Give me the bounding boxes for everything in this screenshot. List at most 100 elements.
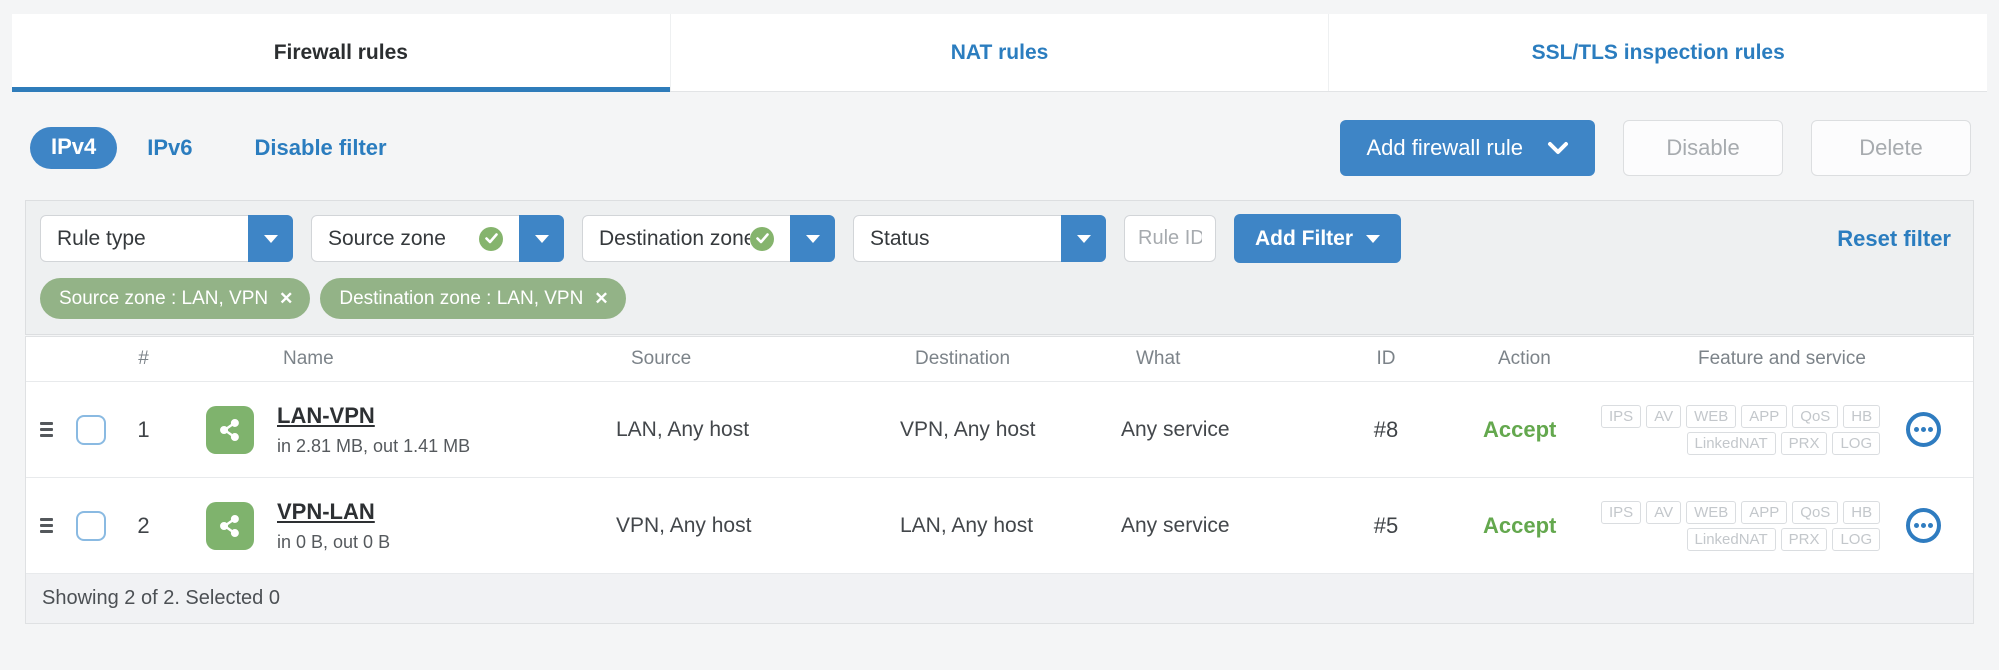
row-checkbox[interactable]: [76, 510, 106, 541]
share-network-icon: [206, 405, 254, 454]
table-header-row: # Name Source Destination What ID Action…: [26, 337, 1973, 382]
filter-controls-row: Rule type Source zone Destination zone S…: [40, 214, 1959, 263]
table-row: 1 LAN-VPN in 2.81 MB, out 1.41 MB LAN, A…: [26, 382, 1973, 478]
rule-id: #5: [1373, 512, 1399, 538]
feature-badge: APP: [1741, 500, 1788, 524]
chevron-down-icon: [1366, 234, 1380, 243]
source-zone-label: Source zone: [328, 226, 446, 250]
dropdown-button[interactable]: [519, 215, 564, 262]
drag-handle-icon[interactable]: [36, 514, 57, 537]
rule-type-select[interactable]: Rule type: [40, 215, 293, 262]
add-firewall-rule-button[interactable]: Add firewall rule: [1340, 120, 1595, 176]
share-network-icon: [206, 501, 254, 550]
chevron-down-icon: [534, 234, 549, 243]
feature-badge: LinkedNAT: [1686, 431, 1776, 455]
header-number: #: [138, 348, 149, 369]
feature-badge: APP: [1741, 404, 1788, 428]
feature-badge: IPS: [1601, 500, 1642, 524]
delete-button[interactable]: Delete: [1811, 120, 1971, 176]
source-zone-select[interactable]: Source zone: [311, 215, 564, 262]
disable-button[interactable]: Disable: [1623, 120, 1783, 176]
filter-applied-check-icon: [479, 226, 503, 251]
feature-badge: LinkedNAT: [1686, 527, 1776, 551]
rule-destination: LAN, Any host: [900, 513, 1034, 537]
row-checkbox[interactable]: [76, 414, 106, 445]
rules-tabbar: Firewall rules NAT rules SSL/TLS inspect…: [12, 14, 1987, 92]
dropdown-button[interactable]: [1061, 215, 1106, 262]
tab-nat-rules[interactable]: NAT rules: [669, 14, 1329, 91]
feature-badge: HB: [1843, 404, 1881, 428]
tab-ssl-tls-inspection-rules[interactable]: SSL/TLS inspection rules: [1328, 14, 1987, 91]
header-feature-and-service: Feature and service: [1698, 348, 1866, 369]
feature-badge: HB: [1843, 500, 1881, 524]
header-action: Action: [1498, 348, 1551, 369]
feature-badge: PRX: [1780, 431, 1828, 455]
tab-firewall-rules[interactable]: Firewall rules: [12, 14, 670, 92]
feature-badge: LOG: [1832, 527, 1881, 551]
row-menu-ellipsis-icon[interactable]: [1906, 508, 1942, 543]
rule-name-link[interactable]: LAN-VPN: [277, 403, 470, 429]
ipv4-toggle[interactable]: IPv4: [30, 127, 118, 169]
rule-source: VPN, Any host: [616, 513, 752, 537]
close-icon[interactable]: ✕: [279, 290, 293, 307]
firewall-rules-table: # Name Source Destination What ID Action…: [25, 336, 1974, 624]
status-label: Status: [870, 226, 930, 250]
active-filter-chips: Source zone : LAN, VPN ✕ Destination zon…: [40, 278, 1959, 319]
row-menu-ellipsis-icon[interactable]: [1906, 412, 1942, 447]
disable-filter-link[interactable]: Disable filter: [255, 135, 387, 161]
rule-action-status: Accept: [1483, 416, 1557, 442]
add-filter-label: Add Filter: [1255, 226, 1353, 250]
rule-id-input[interactable]: [1124, 215, 1216, 262]
rule-what: Any service: [1121, 417, 1230, 441]
table-row: 2 VPN-LAN in 0 B, out 0 B VPN, Any host …: [26, 478, 1973, 574]
reset-filter-link[interactable]: Reset filter: [1837, 226, 1951, 252]
table-summary: Showing 2 of 2. Selected 0: [42, 587, 280, 609]
tab-label: SSL/TLS inspection rules: [1531, 40, 1785, 64]
status-select[interactable]: Status: [853, 215, 1106, 262]
add-firewall-rule-label: Add firewall rule: [1366, 135, 1523, 160]
tab-label: Firewall rules: [273, 40, 408, 64]
add-filter-button[interactable]: Add Filter: [1234, 214, 1401, 263]
header-name: Name: [283, 348, 334, 369]
dropdown-button[interactable]: [790, 215, 835, 262]
rule-number: 1: [137, 416, 150, 442]
filter-chip-source-zone: Source zone : LAN, VPN ✕: [40, 278, 311, 319]
rule-number: 2: [137, 512, 150, 538]
rule-traffic: in 2.81 MB, out 1.41 MB: [277, 435, 471, 456]
destination-zone-select[interactable]: Destination zone: [582, 215, 835, 262]
rule-name-link[interactable]: VPN-LAN: [277, 499, 390, 525]
rule-id: #8: [1373, 416, 1399, 442]
feature-badges: IPS AV WEB APP QoS HB LinkedNAT PRX LOG: [1601, 404, 1881, 455]
rule-traffic: in 0 B, out 0 B: [277, 531, 391, 552]
destination-zone-label: Destination zone: [599, 226, 750, 250]
dropdown-button[interactable]: [248, 215, 293, 262]
header-destination: Destination: [915, 348, 1011, 369]
ipv6-toggle[interactable]: IPv6: [147, 135, 192, 161]
rule-source: LAN, Any host: [616, 417, 750, 441]
header-id: ID: [1376, 348, 1396, 369]
feature-badge: IPS: [1601, 404, 1642, 428]
filter-applied-check-icon: [750, 226, 774, 251]
feature-badge: LOG: [1832, 431, 1881, 455]
rule-type-label: Rule type: [57, 226, 146, 250]
chevron-down-icon: [805, 234, 820, 243]
toolbar: IPv4 IPv6 Disable filter Add firewall ru…: [30, 119, 1971, 177]
rule-what: Any service: [1121, 513, 1230, 537]
feature-badge: AV: [1646, 404, 1682, 428]
chip-label: Destination zone : LAN, VPN: [339, 287, 584, 309]
drag-handle-icon[interactable]: [36, 418, 57, 441]
feature-badges: IPS AV WEB APP QoS HB LinkedNAT PRX LOG: [1601, 500, 1881, 551]
filter-panel: Rule type Source zone Destination zone S…: [25, 200, 1974, 335]
table-footer: Showing 2 of 2. Selected 0: [26, 574, 1973, 623]
feature-badge: WEB: [1686, 404, 1737, 428]
feature-badge: QoS: [1792, 404, 1839, 428]
chip-label: Source zone : LAN, VPN: [59, 287, 269, 309]
rule-destination: VPN, Any host: [900, 417, 1036, 441]
filter-chip-destination-zone: Destination zone : LAN, VPN ✕: [320, 278, 626, 319]
close-icon[interactable]: ✕: [594, 290, 608, 307]
toolbar-actions: Add firewall rule Disable Delete: [1340, 120, 1971, 176]
chevron-down-icon: [1547, 135, 1569, 161]
feature-badge: WEB: [1686, 500, 1737, 524]
header-what: What: [1136, 348, 1181, 369]
feature-badge: AV: [1646, 500, 1682, 524]
